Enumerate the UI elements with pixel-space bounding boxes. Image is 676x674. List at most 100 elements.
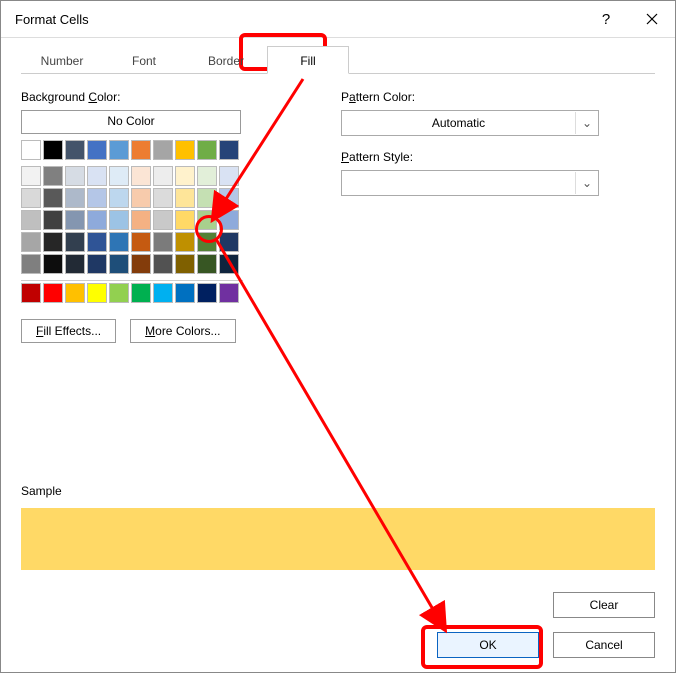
- color-swatch[interactable]: [175, 188, 195, 208]
- standard-colors-row: [21, 283, 341, 303]
- color-swatch[interactable]: [109, 232, 129, 252]
- color-swatch[interactable]: [219, 210, 239, 230]
- color-swatch[interactable]: [153, 188, 173, 208]
- color-swatch[interactable]: [175, 210, 195, 230]
- color-swatch[interactable]: [131, 232, 151, 252]
- color-swatch[interactable]: [65, 166, 85, 186]
- color-swatch[interactable]: [109, 140, 129, 160]
- color-swatch[interactable]: [109, 210, 129, 230]
- color-swatch[interactable]: [131, 254, 151, 274]
- color-swatch[interactable]: [43, 188, 63, 208]
- pattern-style-dropdown[interactable]: ⌄: [341, 170, 599, 196]
- color-swatch[interactable]: [219, 166, 239, 186]
- color-swatch[interactable]: [43, 283, 63, 303]
- color-swatch[interactable]: [21, 232, 41, 252]
- fill-effects-button[interactable]: Fill Effects...: [21, 319, 116, 343]
- color-swatch[interactable]: [197, 188, 217, 208]
- color-swatch[interactable]: [21, 140, 41, 160]
- color-swatch[interactable]: [43, 254, 63, 274]
- sample-area: Sample Clear OK Cancel: [21, 484, 655, 658]
- tab-bar: NumberFontBorderFill: [21, 46, 655, 74]
- tab-number[interactable]: Number: [21, 46, 103, 74]
- color-swatch[interactable]: [43, 210, 63, 230]
- color-swatch[interactable]: [21, 188, 41, 208]
- background-color-label: Background Color:: [21, 90, 341, 104]
- close-icon: [646, 13, 658, 25]
- pattern-color-value: Automatic: [342, 116, 575, 130]
- color-swatch[interactable]: [109, 188, 129, 208]
- color-swatch[interactable]: [197, 232, 217, 252]
- cancel-button[interactable]: Cancel: [553, 632, 655, 658]
- color-swatch[interactable]: [87, 254, 107, 274]
- pattern-color-label: Pattern Color:: [341, 90, 655, 104]
- color-swatch[interactable]: [65, 210, 85, 230]
- color-swatch[interactable]: [65, 254, 85, 274]
- color-swatch[interactable]: [175, 232, 195, 252]
- color-swatch[interactable]: [21, 210, 41, 230]
- color-swatch[interactable]: [109, 254, 129, 274]
- color-swatch[interactable]: [109, 283, 129, 303]
- color-swatch[interactable]: [197, 254, 217, 274]
- close-button[interactable]: [629, 1, 675, 37]
- color-swatch[interactable]: [131, 210, 151, 230]
- color-swatch[interactable]: [153, 232, 173, 252]
- color-swatch[interactable]: [65, 188, 85, 208]
- color-swatch[interactable]: [197, 210, 217, 230]
- tab-fill[interactable]: Fill: [267, 46, 349, 74]
- color-swatch[interactable]: [153, 166, 173, 186]
- help-button[interactable]: ?: [583, 1, 629, 37]
- more-colors-button[interactable]: More Colors...: [130, 319, 235, 343]
- color-swatch[interactable]: [65, 140, 85, 160]
- color-swatch[interactable]: [109, 166, 129, 186]
- pattern-style-label: Pattern Style:: [341, 150, 655, 164]
- color-swatch[interactable]: [87, 188, 107, 208]
- fill-pane: Background Color: No Color Fill Effects.…: [21, 74, 655, 343]
- color-swatch[interactable]: [153, 254, 173, 274]
- color-swatch[interactable]: [131, 140, 151, 160]
- color-swatch[interactable]: [21, 166, 41, 186]
- color-swatch[interactable]: [219, 140, 239, 160]
- color-swatch[interactable]: [21, 283, 41, 303]
- color-swatch[interactable]: [87, 232, 107, 252]
- left-column: Background Color: No Color Fill Effects.…: [21, 90, 341, 343]
- clear-button[interactable]: Clear: [553, 592, 655, 618]
- color-swatch[interactable]: [131, 283, 151, 303]
- color-swatch[interactable]: [21, 254, 41, 274]
- window-title: Format Cells: [15, 12, 583, 27]
- sample-preview: [21, 508, 655, 570]
- ok-button[interactable]: OK: [437, 632, 539, 658]
- no-color-button[interactable]: No Color: [21, 110, 241, 134]
- color-swatch[interactable]: [175, 140, 195, 160]
- color-swatch[interactable]: [219, 188, 239, 208]
- color-swatch[interactable]: [219, 283, 239, 303]
- titlebar: Format Cells ?: [1, 1, 675, 38]
- color-swatch[interactable]: [197, 140, 217, 160]
- color-swatch[interactable]: [87, 283, 107, 303]
- pattern-color-dropdown[interactable]: Automatic ⌄: [341, 110, 599, 136]
- tab-border[interactable]: Border: [185, 46, 267, 74]
- color-swatch[interactable]: [175, 166, 195, 186]
- color-swatch[interactable]: [65, 232, 85, 252]
- color-swatch[interactable]: [87, 210, 107, 230]
- color-swatch[interactable]: [219, 232, 239, 252]
- color-swatch[interactable]: [87, 140, 107, 160]
- color-swatch[interactable]: [153, 140, 173, 160]
- color-swatch[interactable]: [197, 283, 217, 303]
- color-swatch[interactable]: [153, 283, 173, 303]
- color-swatch[interactable]: [131, 166, 151, 186]
- color-swatch[interactable]: [219, 254, 239, 274]
- color-swatch[interactable]: [175, 254, 195, 274]
- color-swatch[interactable]: [65, 283, 85, 303]
- theme-colors-row: [21, 140, 341, 160]
- color-swatch[interactable]: [87, 166, 107, 186]
- color-swatch[interactable]: [43, 140, 63, 160]
- color-swatch[interactable]: [153, 210, 173, 230]
- color-swatch[interactable]: [43, 166, 63, 186]
- color-swatch[interactable]: [175, 283, 195, 303]
- chevron-down-icon: ⌄: [575, 172, 598, 194]
- color-swatch[interactable]: [131, 188, 151, 208]
- color-swatch[interactable]: [197, 166, 217, 186]
- right-column: Pattern Color: Automatic ⌄ Pattern Style…: [341, 90, 655, 343]
- color-swatch[interactable]: [43, 232, 63, 252]
- tab-font[interactable]: Font: [103, 46, 185, 74]
